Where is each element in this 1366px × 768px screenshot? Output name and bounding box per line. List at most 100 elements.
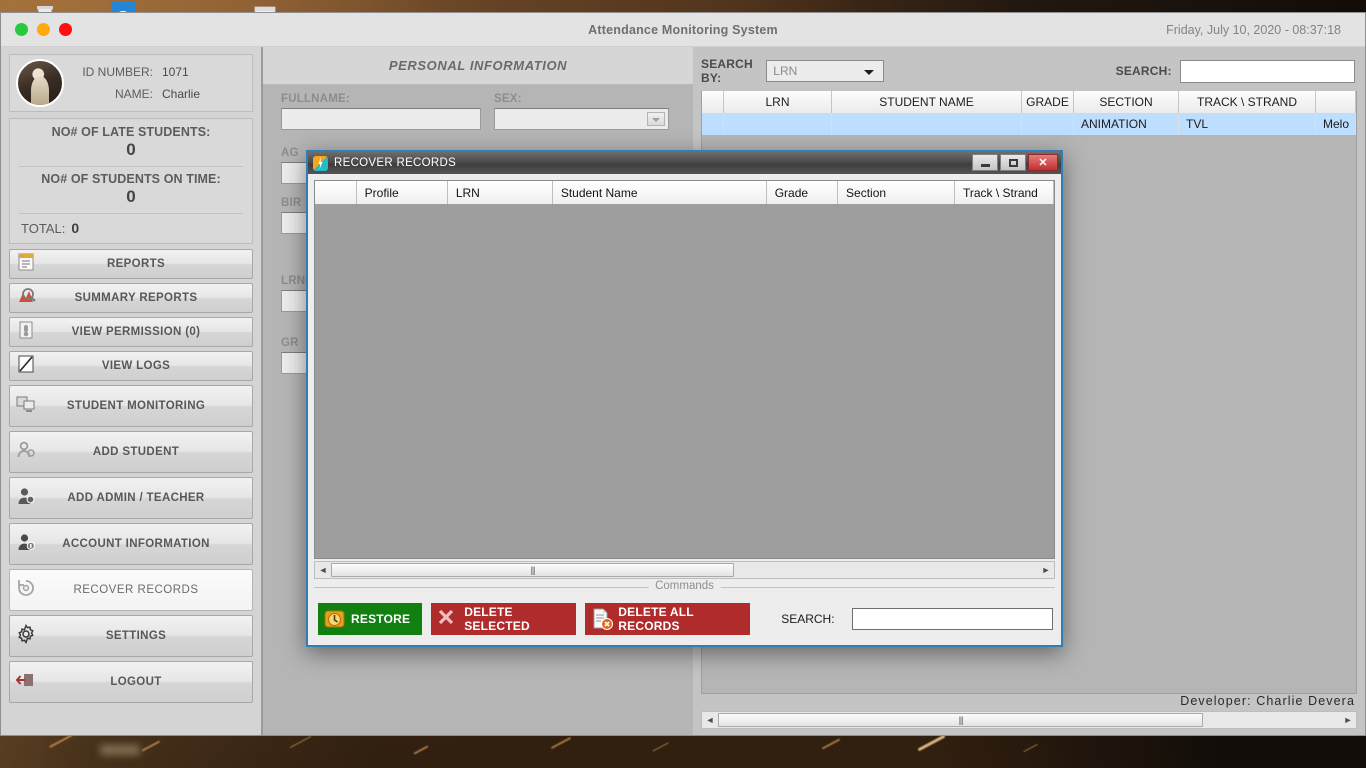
dialog-horizontal-scrollbar[interactable]: ◄ ||| ► (314, 561, 1055, 579)
scroll-right-icon[interactable]: ► (1340, 715, 1356, 725)
logout-icon (15, 670, 40, 694)
logs-icon (16, 354, 40, 378)
window-minimize-dot[interactable] (15, 23, 28, 36)
scroll-left-icon[interactable]: ◄ (315, 565, 331, 575)
dialog-search-input[interactable] (851, 608, 1054, 630)
recover-records-dialog: RECOVER RECORDS ✕ Profile LRN Student Name… (306, 150, 1063, 647)
restore-icon (324, 608, 346, 630)
dialog-column-header[interactable]: Section (838, 181, 955, 204)
window-maximize-dot[interactable] (37, 23, 50, 36)
commands-fieldset: Commands RESTORE DELETE SELECTED DELETE … (314, 580, 1055, 639)
scroll-left-icon[interactable]: ◄ (702, 715, 718, 725)
column-header[interactable] (702, 91, 724, 113)
permission-icon (16, 320, 40, 344)
sidebar-item-add-admin-teacher[interactable]: ADD ADMIN / TEACHER (9, 477, 253, 519)
sidebar-item-label: RECOVER RECORDS (73, 584, 199, 596)
search-by-label: SEARCH BY: (701, 57, 753, 85)
sidebar-item-label: ADD ADMIN / TEACHER (67, 492, 205, 504)
dialog-column-header[interactable]: LRN (448, 181, 553, 204)
table-row[interactable]: ANIMATION TVL Melo (702, 113, 1356, 135)
dialog-titlebar[interactable]: RECOVER RECORDS ✕ (308, 152, 1061, 174)
fullname-label: FULLNAME: (281, 93, 350, 105)
sidebar-item-view-logs[interactable]: VIEW LOGS (9, 351, 253, 381)
dialog-column-header[interactable] (315, 181, 357, 204)
dialog-title: RECOVER RECORDS (334, 157, 457, 169)
table-cell (724, 113, 832, 135)
sex-combo[interactable] (494, 108, 669, 130)
sidebar-item-add-student[interactable]: ADD STUDENT (9, 431, 253, 473)
records-grid-header: LRN STUDENT NAME GRADE SECTION TRACK \ STRAN… (702, 91, 1356, 113)
dialog-column-header[interactable]: Student Name (553, 181, 767, 204)
search-input[interactable] (1179, 59, 1355, 83)
datetime-display: Friday, July 10, 2020 - 08:37:18 (1166, 22, 1341, 37)
restore-button-label: RESTORE (351, 612, 411, 626)
scroll-track[interactable]: ||| (718, 712, 1340, 728)
window-close-dot[interactable] (59, 23, 72, 36)
table-cell (832, 113, 1022, 135)
delete-all-records-button-label: DELETE ALL RECORDS (618, 605, 694, 633)
table-cell: Melo (1316, 113, 1356, 135)
records-horizontal-scrollbar[interactable]: ◄ ||| ► (701, 711, 1357, 729)
sidebar-item-logout[interactable]: LOGOUT (9, 661, 253, 703)
dialog-column-header[interactable]: Track \ Strand (955, 181, 1054, 204)
restore-button[interactable]: RESTORE (318, 603, 423, 635)
column-header[interactable]: TRACK \ STRAND (1179, 91, 1316, 113)
scroll-thumb[interactable]: ||| (331, 563, 734, 577)
page-title: PERSONAL INFORMATION (388, 58, 568, 73)
dialog-minimize-button[interactable] (972, 154, 998, 171)
recover-grid-body (315, 204, 1054, 558)
id-number-label: ID NUMBER: (82, 64, 153, 79)
sidebar-item-view-permission-0[interactable]: VIEW PERMISSION (0) (9, 317, 253, 347)
divider (19, 213, 243, 214)
sidebar-item-settings[interactable]: SETTINGS (9, 615, 253, 657)
gear-icon (16, 624, 40, 648)
search-by-select[interactable]: LRN (766, 60, 884, 82)
table-cell: TVL (1179, 113, 1316, 135)
sidebar-item-summary-reports[interactable]: SUMMARY REPORTS (9, 283, 253, 313)
delete-selected-button[interactable]: DELETE SELECTED (431, 603, 577, 635)
column-header[interactable]: STUDENT NAME (832, 91, 1022, 113)
dialog-column-header[interactable]: Profile (357, 181, 448, 204)
chevron-down-icon (863, 70, 874, 75)
close-icon: ✕ (1038, 157, 1048, 169)
table-cell (702, 113, 724, 135)
dialog-column-header[interactable]: Grade (767, 181, 839, 204)
scroll-right-icon[interactable]: ► (1038, 565, 1054, 575)
delete-all-records-button[interactable]: DELETE ALL RECORDS (585, 603, 751, 635)
window-titlebar: Attendance Monitoring System Friday, Jul… (1, 13, 1365, 47)
fullname-field[interactable]: FULLNAME: (281, 93, 481, 130)
developer-credit: Developer: Charlie Devera (1180, 694, 1355, 708)
search-bar: SEARCH BY: LRN SEARCH: (693, 56, 1365, 86)
scroll-thumb[interactable]: ||| (718, 713, 1204, 727)
sidebar-item-recover-records[interactable]: RECOVER RECORDS (9, 569, 253, 611)
sidebar-item-label: STUDENT MONITORING (66, 400, 206, 412)
sidebar-item-label: REPORTS (106, 258, 166, 270)
sidebar-item-label: SUMMARY REPORTS (74, 292, 198, 304)
delete-all-icon (591, 608, 614, 630)
sidebar-item-account-information[interactable]: ACCOUNT INFORMATION (9, 523, 253, 565)
table-cell: ANIMATION (1074, 113, 1179, 135)
sidebar-item-label: LOGOUT (110, 676, 162, 688)
column-header[interactable]: GRADE (1022, 91, 1074, 113)
sidebar: ID NUMBER: 1071 NAME: Charlie NO# OF LAT… (1, 47, 263, 735)
report-icon (16, 252, 40, 276)
dialog-maximize-button[interactable] (1000, 154, 1026, 171)
scroll-track[interactable]: ||| (331, 562, 1038, 578)
sex-field[interactable]: SEX: (494, 93, 669, 130)
column-header[interactable] (1316, 91, 1356, 113)
id-number-value: 1071 (162, 64, 189, 79)
column-header[interactable]: LRN (724, 91, 832, 113)
total-value: 0 (71, 220, 80, 236)
fullname-input[interactable] (281, 108, 481, 130)
table-cell (1022, 113, 1074, 135)
sidebar-item-student-monitoring[interactable]: STUDENT MONITORING (9, 385, 253, 427)
add-user-icon (16, 440, 40, 464)
sidebar-item-label: ADD STUDENT (92, 446, 180, 458)
stats-panel: NO# OF LATE STUDENTS: 0 NO# OF STUDENTS … (9, 118, 253, 244)
divider (19, 166, 243, 167)
column-header[interactable]: SECTION (1074, 91, 1179, 113)
recover-records-grid: Profile LRN Student Name Grade Section Track … (314, 180, 1055, 559)
sidebar-item-reports[interactable]: REPORTS (9, 249, 253, 279)
recover-grid-header: Profile LRN Student Name Grade Section Track … (315, 181, 1054, 204)
dialog-close-button[interactable]: ✕ (1028, 154, 1058, 171)
